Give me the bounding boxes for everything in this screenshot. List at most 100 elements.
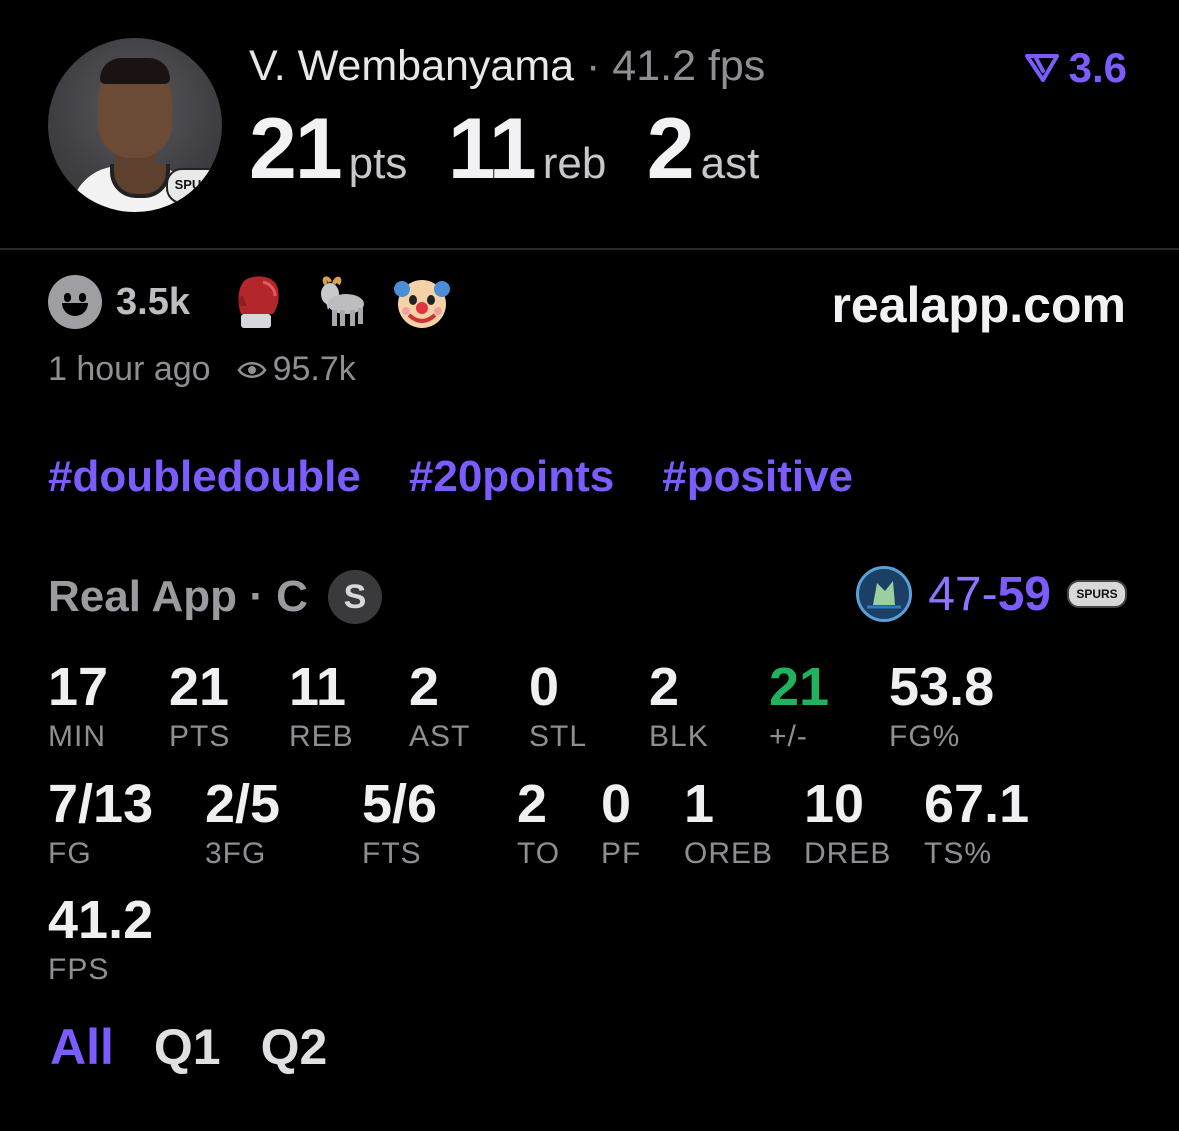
stat-label: FG% (889, 720, 961, 753)
headline-pts: 21 (249, 101, 343, 197)
stat-ts-pct: 67.1 TS% (924, 777, 1029, 871)
player-fps: 41.2 fps (612, 42, 766, 90)
fps-change-value: 3.6 (1068, 44, 1127, 91)
score-dash: - (981, 567, 998, 621)
avatar-hair (100, 58, 170, 84)
stat-value: 5/6 (362, 774, 438, 834)
player-name-line: V. Wembanyama · 41.2 fps (249, 42, 765, 91)
stat-label: OREB (684, 837, 774, 870)
stat-value: 41.2 (48, 890, 154, 950)
stat-value: 10 (804, 774, 865, 834)
boxing-glove-icon[interactable] (228, 272, 288, 332)
away-score: 47 (928, 567, 982, 621)
headline-reb-unit: reb (542, 139, 607, 188)
stat-to: 2 TO (517, 777, 560, 871)
stat-value: 2/5 (205, 774, 281, 834)
stat-label: PTS (169, 720, 231, 753)
stat-value: 67.1 (924, 774, 1030, 834)
trend-down-icon (1024, 54, 1059, 82)
headline-pts-unit: pts (348, 139, 408, 188)
score-line: 47-59 (928, 567, 1051, 622)
stat-value: 17 (48, 657, 109, 717)
fps-change-badge: 3.6 (1024, 44, 1127, 92)
site-link[interactable]: realapp.com (831, 276, 1126, 334)
stat-dreb: 10 DREB (804, 777, 891, 871)
stat-blk: 2 BLK (649, 660, 709, 754)
stat-label: AST (409, 720, 471, 753)
smile-eye (64, 293, 71, 302)
view-count-value: 95.7k (272, 350, 356, 388)
player-avatar[interactable]: SPURS (48, 38, 222, 212)
goat-icon[interactable] (310, 272, 370, 332)
home-score: 59 (997, 567, 1051, 621)
hashtag[interactable]: #20points (409, 452, 614, 502)
stat-label: PF (601, 837, 642, 870)
stat-ast: 2 AST (409, 660, 470, 754)
stat-fg: 7/13 FG (48, 777, 153, 871)
stat-value: 0 (529, 657, 560, 717)
stat-label: TO (517, 837, 561, 870)
hashtag[interactable]: #positive (662, 452, 853, 502)
stat-value: 53.8 (889, 657, 995, 717)
team-logo-badge: SPURS (166, 168, 222, 204)
stat-label: DREB (804, 837, 892, 870)
stat-fts: 5/6 FTS (362, 777, 437, 871)
stat-label: REB (289, 720, 354, 753)
stat-3fg: 2/5 3FG (205, 777, 280, 871)
stat-label: FG (48, 837, 92, 870)
stat-pf: 0 PF (601, 777, 641, 871)
stat-label: STL (529, 720, 588, 753)
stat-oreb: 1 OREB (684, 777, 773, 871)
stat-value: 21 (769, 657, 830, 717)
stat-label: MIN (48, 720, 106, 753)
player-name[interactable]: V. Wembanyama (249, 42, 574, 90)
stat-value: 2 (517, 774, 548, 834)
stat-value: 11 (289, 657, 347, 717)
stat-min: 17 MIN (48, 660, 108, 754)
header-divider (0, 248, 1179, 250)
game-score[interactable]: 47-59 SPURS (856, 566, 1127, 622)
hashtag-list: #doubledouble #20points #positive (48, 452, 853, 502)
name-separator: · (586, 42, 601, 90)
stat-label: FTS (362, 837, 422, 870)
stat-label: FPS (48, 953, 110, 986)
eye-icon (237, 361, 267, 378)
stat-label: BLK (649, 720, 709, 753)
stat-value: 2 (649, 657, 680, 717)
tab-q1[interactable]: Q1 (154, 1018, 221, 1076)
reaction-count[interactable]: 3.5k (116, 281, 190, 324)
headline-ast: 2 (646, 101, 695, 197)
hashtag[interactable]: #doubledouble (48, 452, 361, 502)
timberwolves-logo-icon (856, 566, 913, 622)
stat-value: 0 (601, 774, 632, 834)
stat-label: TS% (924, 837, 993, 870)
stat-reb: 11 REB (289, 660, 354, 754)
stat-fps: 41.2 FPS (48, 893, 153, 987)
quarter-tabs: All Q1 Q2 (50, 1018, 327, 1076)
stat-value: 7/13 (48, 774, 154, 834)
starter-badge: S (327, 570, 382, 624)
league-position: Real App · C (48, 572, 308, 621)
stat-value: 2 (409, 657, 440, 717)
view-count: 95.7k (237, 350, 356, 389)
stat-stl: 0 STL (529, 660, 587, 754)
stat-label: 3FG (205, 837, 267, 870)
tab-all[interactable]: All (50, 1018, 114, 1076)
stat-fg-pct: 53.8 FG% (889, 660, 994, 754)
clown-icon[interactable] (392, 272, 452, 332)
stat-pts: 21 PTS (169, 660, 230, 754)
post-time: 1 hour ago (48, 350, 211, 388)
league-position-line: Real App · C S (48, 570, 382, 624)
headline-stats: 21 pts 11 reb 2 ast (249, 100, 795, 199)
smile-reaction-icon[interactable] (48, 275, 102, 329)
tab-q2[interactable]: Q2 (261, 1018, 328, 1076)
headline-ast-unit: ast (700, 139, 760, 188)
headline-reb: 11 (447, 101, 537, 197)
post-meta: 1 hour ago 95.7k (48, 350, 356, 389)
smile-mouth (62, 303, 88, 316)
stat-value: 21 (169, 657, 230, 717)
stat-label: +/- (769, 720, 808, 753)
smile-eye (79, 293, 86, 302)
stat-value: 1 (684, 774, 715, 834)
spurs-logo-icon: SPURS (1067, 580, 1127, 608)
